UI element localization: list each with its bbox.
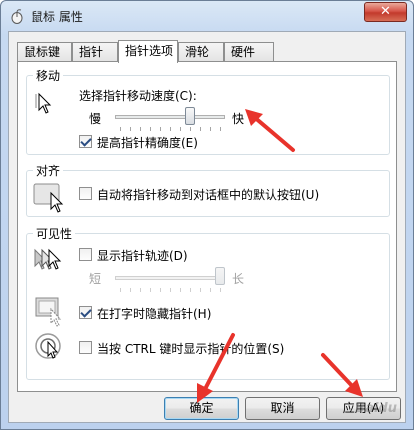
- snap-to-button-icon: [33, 183, 64, 213]
- slider-tick: [160, 127, 161, 131]
- visibility-group-title: 可见性: [33, 225, 76, 242]
- snap-group-title: 对齐: [33, 162, 64, 179]
- enhance-precision-checkbox[interactable]: [79, 135, 92, 148]
- slider-tick: [180, 127, 181, 131]
- slider-tick: [220, 127, 221, 131]
- trail-long-label: 长: [232, 272, 245, 286]
- slider-tick: [150, 288, 151, 292]
- slider-tick: [170, 127, 171, 131]
- slider-tick: [200, 127, 201, 131]
- slider-tick: [190, 127, 191, 131]
- show-location-checkbox[interactable]: [79, 341, 92, 354]
- show-location-icon: [35, 333, 61, 359]
- speed-slider-thumb[interactable]: [185, 107, 195, 125]
- slider-tick: [130, 127, 131, 131]
- slow-label: 慢: [89, 112, 102, 126]
- tab-pointer-options[interactable]: 指针选项: [118, 40, 178, 63]
- trail-short-label: 短: [89, 272, 102, 286]
- pointer-trails-checkbox[interactable]: [79, 248, 92, 261]
- ok-button[interactable]: 确定: [164, 397, 239, 420]
- slider-tick: [220, 288, 221, 292]
- tab-buttons[interactable]: 鼠标键: [17, 42, 72, 62]
- snap-to-group: 对齐 自动将指针移动到对话框中的默认按钮(U): [26, 162, 390, 217]
- visibility-group: 可见性 显示指针轨迹(D) 短 长 在打字时隐藏指针(H) 当按 CTRL 键时…: [26, 225, 390, 380]
- cancel-button[interactable]: 取消: [245, 397, 320, 420]
- pointer-trails-icon: [34, 248, 62, 270]
- slider-tick: [210, 127, 211, 131]
- snap-to-label: 自动将指针移动到对话框中的默认按钮(U): [97, 188, 320, 202]
- tab-wheel[interactable]: 滑轮: [178, 42, 224, 62]
- slider-tick: [160, 288, 161, 292]
- mouse-properties-window: 鼠标 属性 ✕ 鼠标键 指针 指针选项 滑轮 硬件 移动 选择指针移动速度(C)…: [0, 0, 414, 430]
- fast-label: 快: [232, 112, 245, 126]
- slider-tick: [150, 127, 151, 131]
- slider-tick: [130, 288, 131, 292]
- trail-slider-thumb: [215, 267, 225, 285]
- slider-tick: [140, 127, 141, 131]
- title-bar: 鼠标 属性 ✕: [1, 1, 413, 31]
- enhance-precision-label: 提高指针精确度(E): [97, 136, 198, 150]
- hide-while-typing-label: 在打字时隐藏指针(H): [97, 307, 212, 321]
- slider-tick: [120, 127, 121, 131]
- pointer-options-panel: 移动 选择指针移动速度(C): 慢 快 提高指针精确度(E) 对齐 自动将指针移…: [17, 61, 397, 392]
- slider-tick: [120, 288, 121, 292]
- speed-slider-track: [115, 115, 225, 119]
- window-title: 鼠标 属性: [31, 10, 83, 24]
- dialog-client-area: 鼠标键 指针 指针选项 滑轮 硬件 移动 选择指针移动速度(C): 慢 快 提高…: [8, 31, 406, 423]
- pointer-speed-icon: [35, 92, 52, 114]
- slider-tick: [140, 288, 141, 292]
- motion-group: 移动 选择指针移动速度(C): 慢 快 提高指针精确度(E): [26, 67, 390, 155]
- tab-pointers[interactable]: 指针: [72, 42, 118, 62]
- watermark: Baidu: [355, 401, 397, 416]
- slider-tick: [200, 288, 201, 292]
- hide-while-typing-checkbox[interactable]: [79, 306, 92, 319]
- speed-label: 选择指针移动速度(C):: [79, 89, 197, 103]
- snap-to-checkbox[interactable]: [79, 187, 92, 200]
- hide-while-typing-icon: [35, 297, 62, 327]
- motion-group-title: 移动: [33, 67, 64, 84]
- close-button[interactable]: ✕: [364, 2, 407, 22]
- tab-hardware[interactable]: 硬件: [224, 42, 274, 62]
- slider-tick: [170, 288, 171, 292]
- trail-slider-track: [115, 276, 225, 280]
- slider-tick: [210, 288, 211, 292]
- pointer-trails-label: 显示指针轨迹(D): [97, 249, 188, 263]
- slider-tick: [180, 288, 181, 292]
- slider-tick: [190, 288, 191, 292]
- show-location-label: 当按 CTRL 键时显示指针的位置(S): [97, 342, 285, 356]
- mouse-icon: [11, 9, 23, 24]
